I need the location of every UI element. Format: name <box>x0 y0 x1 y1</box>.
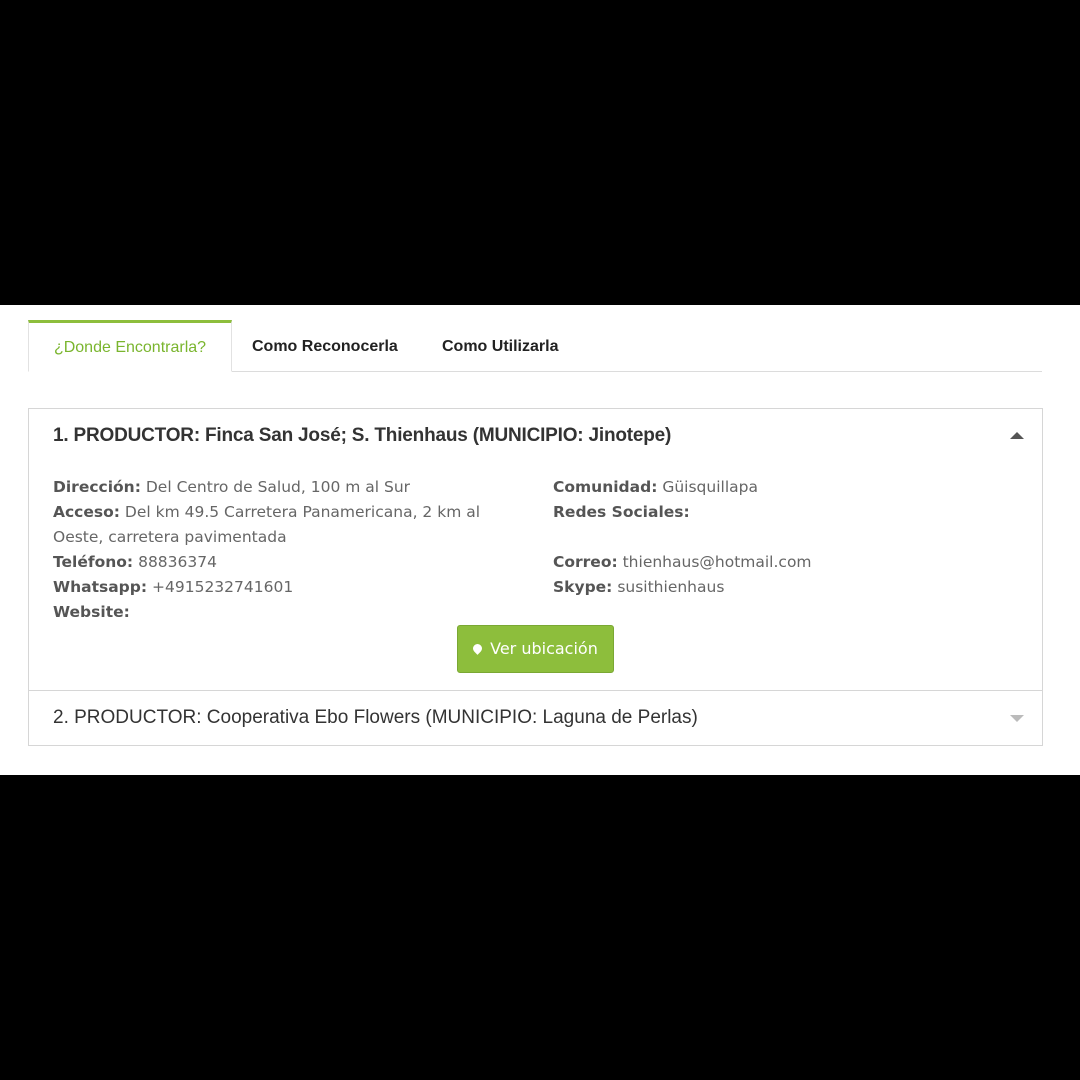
correo-row: Correo: thienhaus@hotmail.com <box>553 550 1003 575</box>
comunidad-label: Comunidad: <box>553 478 658 496</box>
whatsapp-row: Whatsapp: +4915232741601 <box>53 575 503 600</box>
direccion-value: Del Centro de Salud, 100 m al Sur <box>145 478 411 496</box>
telefono-value: 88836374 <box>138 553 217 571</box>
telefono-label: Teléfono: <box>53 553 134 571</box>
correo-value[interactable]: thienhaus@hotmail.com <box>623 553 812 571</box>
direccion-label: Dirección: <box>53 478 141 496</box>
map-marker-icon <box>471 642 484 655</box>
acceso-row: Acceso: Del km 49.5 Carretera Panamerica… <box>53 500 503 550</box>
skype-value: susithienhaus <box>617 578 725 596</box>
tab-como-utilizarla[interactable]: Como Utilizarla <box>442 320 558 370</box>
skype-label: Skype: <box>553 578 613 596</box>
ver-ubicacion-button[interactable]: Ver ubicación <box>457 625 614 673</box>
tab-bar: ¿Donde Encontrarla? Como Reconocerla Com… <box>28 320 1042 372</box>
chevron-up-icon[interactable] <box>1010 432 1024 439</box>
skype-row: Skype: susithienhaus <box>553 575 1003 600</box>
producer-panel-1: 1. PRODUCTOR: Finca San José; S. Thienha… <box>28 408 1043 690</box>
whatsapp-value: +4915232741601 <box>152 578 294 596</box>
redes-label: Redes Sociales: <box>553 503 690 521</box>
tab-donde-encontrarla[interactable]: ¿Donde Encontrarla? <box>28 320 232 372</box>
telefono-row: Teléfono: 88836374 <box>53 550 503 575</box>
website-label: Website: <box>53 603 130 621</box>
producer-panel-1-header[interactable]: 1. PRODUCTOR: Finca San José; S. Thienha… <box>53 425 671 447</box>
producer-panel-2: 2. PRODUCTOR: Cooperativa Ebo Flowers (M… <box>28 690 1043 746</box>
chevron-down-icon[interactable] <box>1010 715 1024 722</box>
acceso-label: Acceso: <box>53 503 120 521</box>
content-area: ¿Donde Encontrarla? Como Reconocerla Com… <box>0 305 1080 775</box>
website-row: Website: <box>53 600 503 625</box>
comunidad-value: Güisquillapa <box>662 478 758 496</box>
correo-label: Correo: <box>553 553 618 571</box>
comunidad-row: Comunidad: Güisquillapa <box>553 475 1003 500</box>
producer-panel-2-header[interactable]: 2. PRODUCTOR: Cooperativa Ebo Flowers (M… <box>53 707 698 729</box>
ver-ubicacion-label: Ver ubicación <box>490 639 598 658</box>
direccion-row: Dirección: Del Centro de Salud, 100 m al… <box>53 475 503 500</box>
producer-details-right: Comunidad: Güisquillapa Redes Sociales: … <box>553 475 1003 600</box>
redes-row: Redes Sociales: <box>553 500 1003 525</box>
whatsapp-label: Whatsapp: <box>53 578 148 596</box>
tab-como-reconocerla[interactable]: Como Reconocerla <box>252 320 398 370</box>
producer-details-left: Dirección: Del Centro de Salud, 100 m al… <box>53 475 503 625</box>
